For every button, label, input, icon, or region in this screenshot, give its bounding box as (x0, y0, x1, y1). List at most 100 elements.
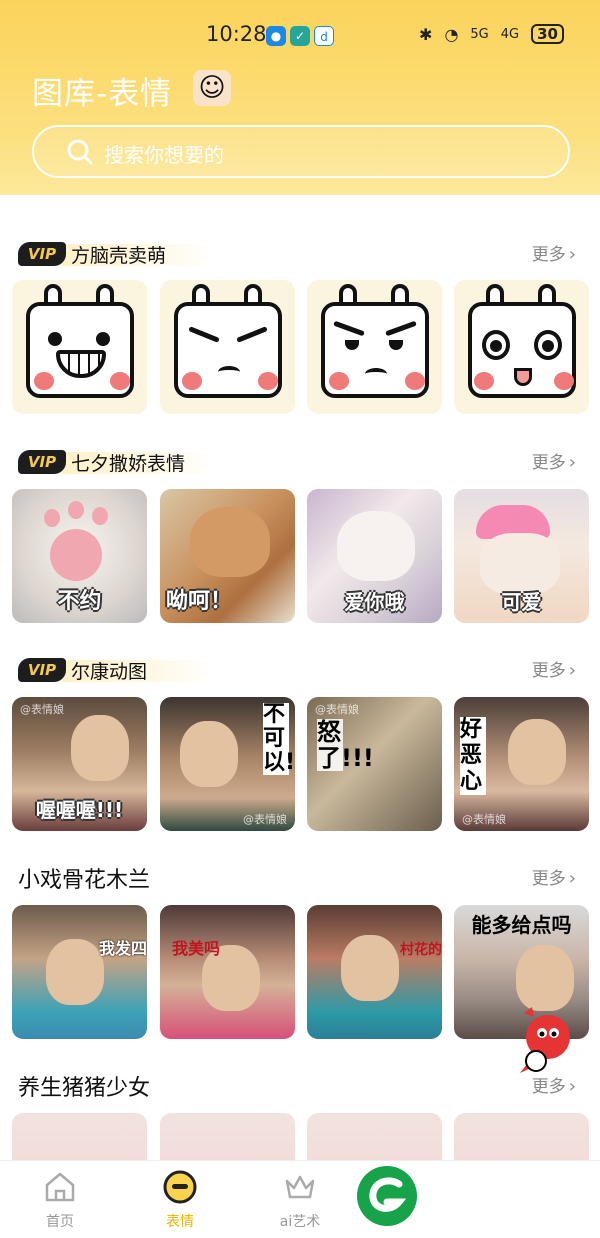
tab-emoji[interactable]: 表情 (120, 1161, 240, 1238)
signal-5g: 5G (470, 26, 489, 42)
section-title: 养生猪猪少女 (18, 1076, 151, 1101)
brow (333, 320, 365, 337)
sticker-thumb[interactable]: 不可以!!! @表情娘 (160, 697, 295, 831)
section-header: 小戏骨花木兰 更多 › (18, 864, 588, 894)
watermark: @表情娘 (462, 813, 506, 826)
more-link[interactable]: 更多 › (532, 240, 576, 265)
sticker-thumb[interactable] (454, 1113, 589, 1160)
rabbit-face (468, 302, 576, 398)
emoji-icon (163, 1170, 197, 1204)
pupil (490, 340, 502, 352)
tab-label: 首页 (46, 1214, 74, 1230)
sticker-thumb[interactable] (307, 280, 442, 414)
sticker-thumb[interactable] (12, 280, 147, 414)
header: 10:28 ● ✓ d ✱ ◔ 5G 4G 30 图库-表情 ☺ 搜索你想要的 (0, 0, 600, 195)
eye (389, 340, 403, 350)
mouth (218, 366, 240, 378)
eye (96, 332, 110, 346)
shield-icon: ✓ (290, 26, 310, 46)
sticker-thumb[interactable] (160, 280, 295, 414)
sticker-thumb[interactable]: 好恶心 @表情娘 (454, 697, 589, 831)
mascot-float-icon[interactable] (512, 1003, 582, 1081)
more-label: 更多 (531, 661, 566, 681)
signal-4g: 4G (500, 26, 520, 42)
section-header: VIP 方脑壳卖萌 更多 › (18, 240, 588, 270)
section-title: 小戏骨花木兰 (18, 868, 151, 893)
sticker-thumb[interactable]: @表情娘 怒了!!! (307, 697, 442, 831)
tab-home[interactable]: 首页 (0, 1161, 120, 1238)
home-icon (45, 1172, 75, 1202)
paw-toe (44, 509, 60, 527)
face (180, 721, 238, 787)
sticker-caption: 爱你哦 (344, 590, 405, 614)
sticker-thumb[interactable]: 不约 (12, 489, 147, 623)
search-placeholder: 搜索你想要的 (104, 143, 224, 167)
tab-ai-art[interactable]: ai艺术 (240, 1161, 360, 1238)
paw-toe (68, 501, 84, 519)
status-time: 10:28 (206, 22, 267, 46)
search-input[interactable]: 搜索你想要的 (32, 125, 570, 178)
face (46, 939, 104, 1005)
more-link[interactable]: 更多 › (532, 864, 576, 889)
chevron-right-icon: › (568, 244, 576, 265)
sticker-thumb[interactable] (307, 1113, 442, 1160)
sticker-row (12, 1113, 592, 1160)
section-header: VIP 七夕撒娇表情 更多 › (18, 448, 588, 478)
brow (188, 326, 220, 343)
battery-icon: 30 (531, 24, 564, 44)
girl-sticker-icon: ☺ (193, 70, 231, 106)
more-label: 更多 (531, 869, 566, 889)
sticker-thumb[interactable]: 呦呵！ (160, 489, 295, 623)
tab-label: ai艺术 (279, 1214, 321, 1230)
search-icon (67, 139, 93, 165)
sticker-thumb[interactable] (454, 280, 589, 414)
sticker-caption: 我发四 (98, 939, 147, 958)
page-title: 图库-表情 (32, 76, 173, 112)
face (341, 935, 399, 1001)
sticker-caption: 喔喔喔!!! (35, 798, 124, 822)
sticker-caption: 不可以!!! (263, 702, 295, 775)
chevron-right-icon: › (568, 868, 576, 889)
sticker-row: 我发四 我美吗 村花的 能多给点吗 (12, 905, 592, 1039)
crown-icon (285, 1175, 315, 1199)
chevron-right-icon: › (568, 452, 576, 473)
app-icon: d (314, 26, 334, 46)
section-title: 七夕撒娇表情 (71, 453, 186, 475)
tongue (514, 368, 532, 386)
section-header: VIP 尔康动图 更多 › (18, 656, 588, 686)
message-icon: ● (266, 26, 286, 46)
sticker-thumb[interactable]: 我发四 (12, 905, 147, 1039)
section-title: 方脑壳卖萌 (71, 245, 167, 267)
more-link[interactable]: 更多 › (532, 656, 576, 681)
sticker-thumb[interactable] (12, 1113, 147, 1160)
section-header: 养生猪猪少女 更多 › (18, 1072, 588, 1102)
sticker-thumb[interactable]: @表情娘 喔喔喔!!! (12, 697, 147, 831)
watermark: @表情娘 (20, 703, 64, 716)
brow (385, 320, 417, 337)
sticker-row (12, 280, 592, 414)
face (516, 945, 574, 1011)
sticker-thumb[interactable]: 我美吗 (160, 905, 295, 1039)
face (71, 715, 130, 781)
sticker-thumb[interactable]: 村花的 (307, 905, 442, 1039)
sticker-thumb[interactable]: 爱你哦 (307, 489, 442, 623)
more-label: 更多 (531, 245, 566, 265)
status-bar: 10:28 ● ✓ d ✱ ◔ 5G 4G 30 (0, 20, 600, 52)
sticker-thumb[interactable]: 可爱 (454, 489, 589, 623)
sticker-thumb[interactable] (160, 1113, 295, 1160)
more-link[interactable]: 更多 › (532, 448, 576, 473)
rabbit-face (174, 302, 282, 398)
paw-toe (92, 507, 108, 525)
blush (554, 372, 574, 390)
eye (345, 340, 359, 350)
blush (34, 372, 54, 390)
eye (48, 332, 62, 346)
bluetooth-icon: ✱ (419, 24, 433, 44)
main-content: VIP 方脑壳卖萌 更多 › VIP 七夕撒娇表情 更多 › 不约 呦呵！ 爱你… (0, 195, 600, 1160)
sticker-row: @表情娘 喔喔喔!!! 不可以!!! @表情娘 @表情娘 怒了!!! 好恶心 @… (12, 697, 592, 831)
watermark: @表情娘 (243, 813, 287, 826)
sticker-caption: 怒了!!! (317, 718, 374, 772)
chevron-right-icon: › (568, 660, 576, 681)
app-logo-button[interactable] (357, 1166, 417, 1226)
blush (110, 372, 130, 390)
